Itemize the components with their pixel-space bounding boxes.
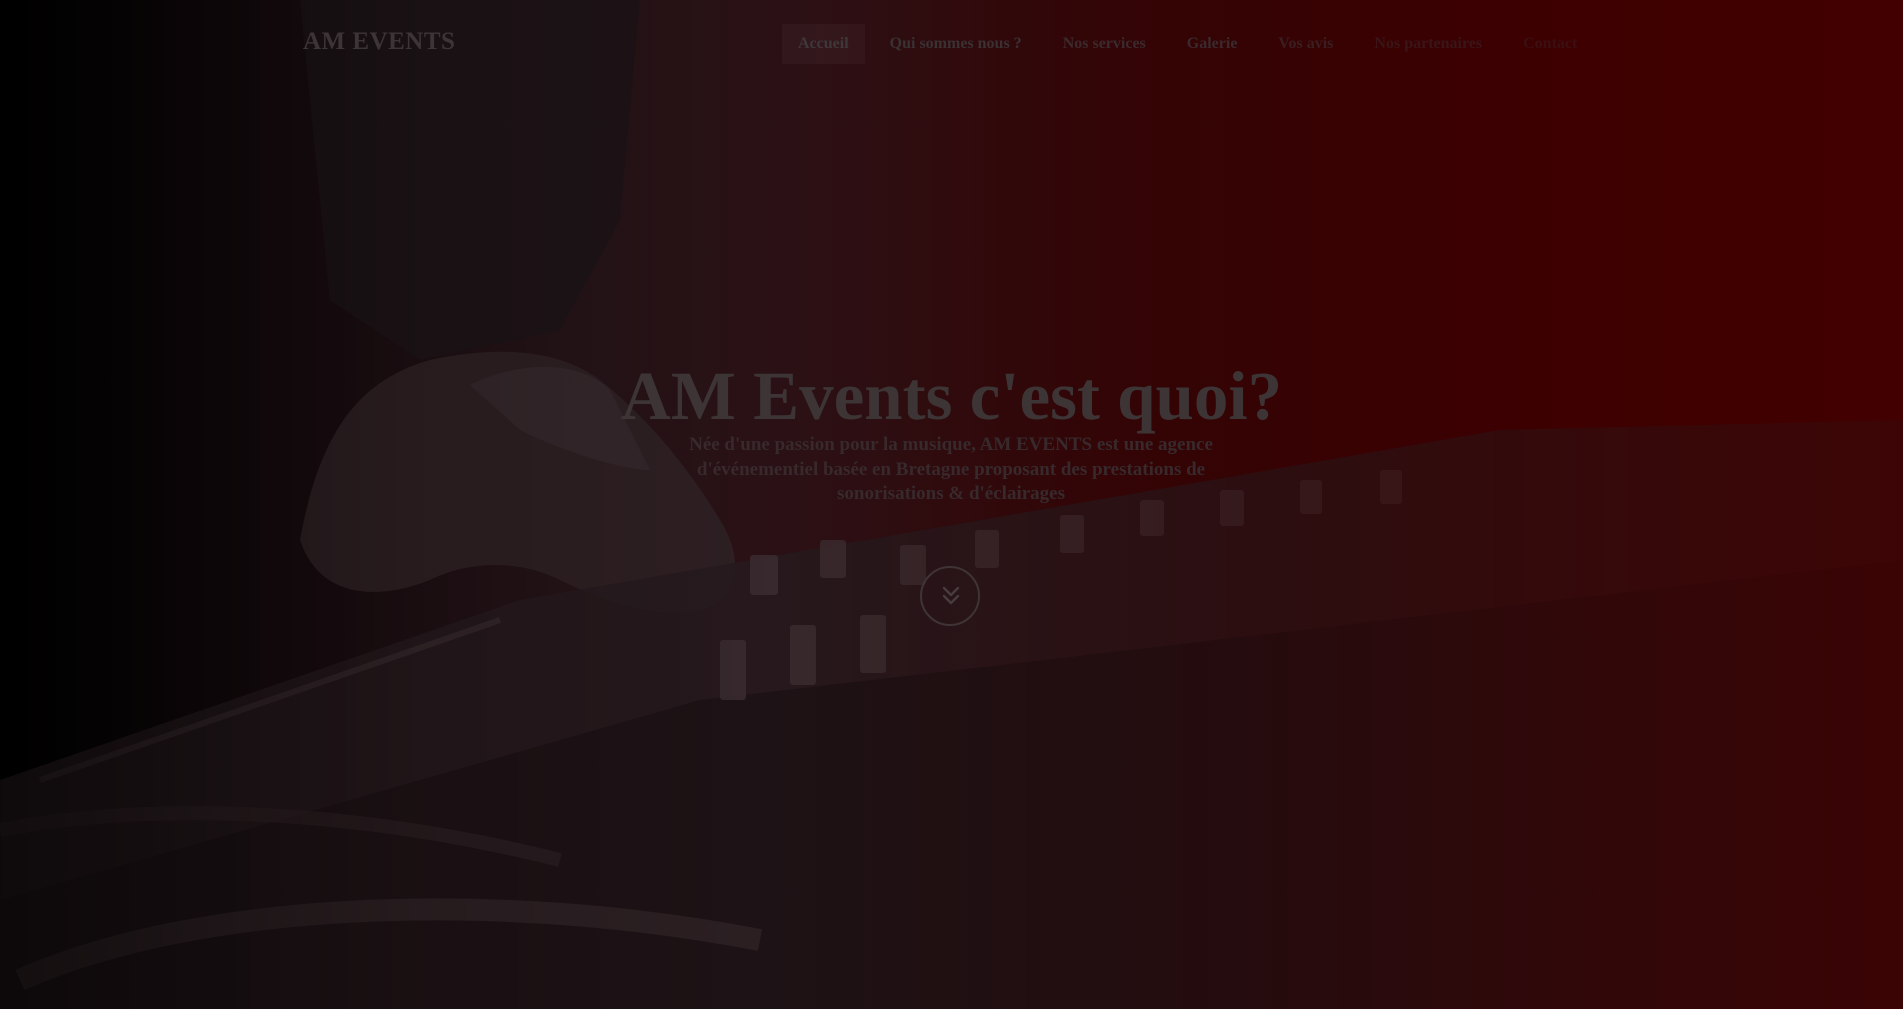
- top-navbar: AM EVENTS Accueil Qui sommes nous ? Nos …: [0, 0, 1903, 88]
- hero-title: AM Events c'est quoi?: [620, 358, 1283, 434]
- nav-item-nos-partenaires[interactable]: Nos partenaires: [1358, 24, 1498, 64]
- nav-item-accueil[interactable]: Accueil: [782, 24, 865, 64]
- double-chevron-down-icon: [942, 586, 960, 605]
- hero-section: AM EVENTS Accueil Qui sommes nous ? Nos …: [0, 0, 1903, 1009]
- scroll-down-button[interactable]: [920, 566, 980, 626]
- nav-item-nos-services[interactable]: Nos services: [1047, 24, 1162, 64]
- nav-item-contact[interactable]: Contact: [1507, 24, 1593, 64]
- site-logo[interactable]: AM EVENTS: [303, 28, 455, 56]
- hero-tagline: Née d'une passion pour la musique, AM EV…: [689, 434, 1213, 504]
- nav-item-qui-sommes-nous[interactable]: Qui sommes nous ?: [874, 24, 1038, 64]
- nav-item-galerie[interactable]: Galerie: [1171, 24, 1254, 64]
- nav-menu: Accueil Qui sommes nous ? Nos services G…: [782, 24, 1602, 64]
- nav-item-vos-avis[interactable]: Vos avis: [1262, 24, 1349, 64]
